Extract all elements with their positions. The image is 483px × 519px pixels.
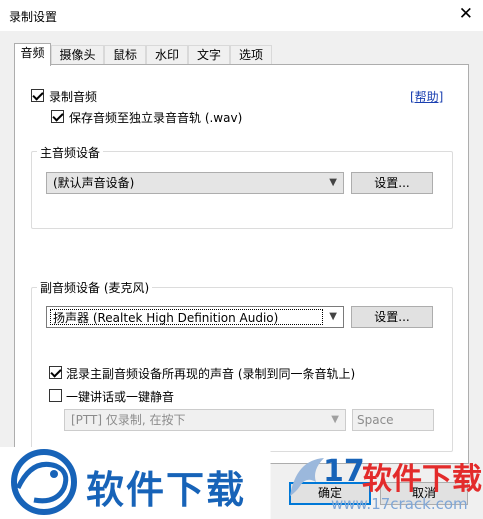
- window-title: 录制设置: [9, 10, 58, 24]
- sub-audio-settings-button[interactable]: 设置...: [351, 306, 433, 328]
- main-audio-settings-button[interactable]: 设置...: [351, 172, 433, 194]
- chevron-down-icon: ▼: [331, 414, 339, 425]
- save-separate-label: 保存音频至独立录音音轨 (.wav): [69, 111, 243, 125]
- watermark-brand-text: 软件下载: [362, 462, 482, 497]
- tab-camera[interactable]: 摄像头: [51, 45, 104, 65]
- main-audio-group-title: 主音频设备: [37, 144, 104, 161]
- chevron-down-icon: ▼: [329, 311, 337, 322]
- sub-audio-group-title: 副音频设备 (麦克风): [37, 279, 153, 296]
- close-icon[interactable]: ✕: [459, 4, 473, 24]
- save-separate-checkbox[interactable]: [51, 110, 64, 123]
- main-audio-device-value: (默认声音设备): [53, 176, 135, 190]
- ptt-label: 一键讲话或一键静音: [66, 390, 175, 404]
- ptt-mode-select[interactable]: [PTT] 仅录制, 在按下 ▼: [64, 409, 346, 431]
- tab-text[interactable]: 文字: [188, 45, 230, 65]
- ptt-checkbox[interactable]: [49, 389, 62, 402]
- sub-audio-device-select[interactable]: 扬声器 (Realtek High Definition Audio) ▼: [46, 306, 344, 328]
- dialog-client: 音频 摄像头 鼠标 水印 文字 选项 录制音频 [帮助] 保存音频至独立录音音轨…: [0, 31, 483, 519]
- mix-audio-label: 混录主副音频设备所再现的声音 (录制到同一条音轨上): [66, 367, 356, 381]
- chevron-down-icon: ▼: [329, 177, 337, 188]
- mix-audio-checkbox[interactable]: [49, 366, 62, 379]
- tab-mouse[interactable]: 鼠标: [104, 45, 146, 65]
- tab-watermark[interactable]: 水印: [146, 45, 188, 65]
- sub-audio-device-value: 扬声器 (Realtek High Definition Audio): [50, 309, 323, 325]
- main-audio-device-select[interactable]: (默认声音设备) ▼: [46, 172, 344, 194]
- ptt-hotkey-field[interactable]: Space: [352, 409, 434, 431]
- title-bar: 录制设置 ✕: [0, 0, 483, 31]
- watermark-url: www.17crack.com: [331, 495, 468, 513]
- watermark-brand-number: 17: [323, 454, 365, 489]
- help-link[interactable]: [帮助]: [410, 88, 443, 105]
- record-audio-label: 录制音频: [49, 90, 98, 104]
- tab-audio[interactable]: 音频: [14, 43, 51, 66]
- record-audio-checkbox[interactable]: [31, 89, 44, 102]
- bird-logo-icon: [290, 458, 324, 496]
- dragon-logo-icon: [11, 449, 77, 515]
- tab-options[interactable]: 选项: [230, 45, 272, 65]
- audio-tab-panel: 录制音频 [帮助] 保存音频至独立录音音轨 (.wav) 主音频设备 (默认声音…: [14, 64, 469, 464]
- watermark-left-text: 软件下载: [86, 467, 247, 512]
- ptt-mode-value: [PTT] 仅录制, 在按下: [71, 413, 186, 427]
